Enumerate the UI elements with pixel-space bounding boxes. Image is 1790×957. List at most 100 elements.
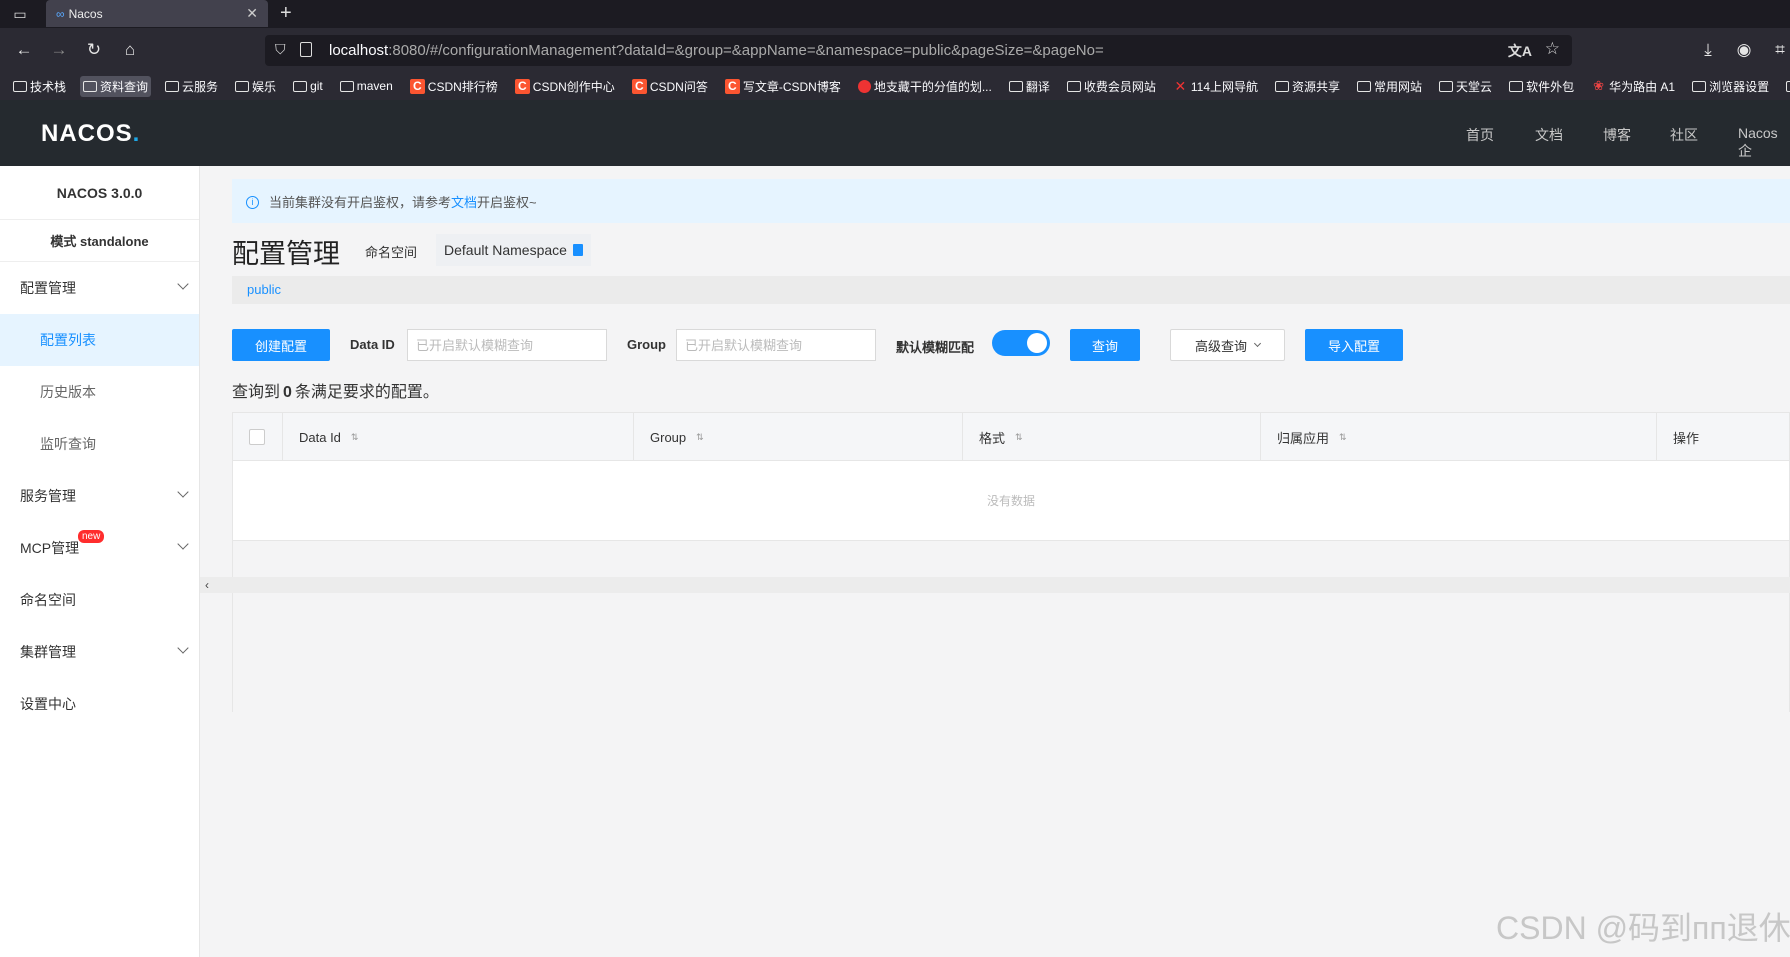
bookmark-star-icon[interactable]: ☆ (1545, 39, 1560, 59)
tab-title: Nacos (68, 6, 103, 21)
topnav-docs[interactable]: 文档 (1535, 125, 1563, 145)
fuzzy-match-toggle[interactable] (992, 330, 1050, 356)
namespace-tab-public[interactable]: public (247, 282, 281, 297)
huawei-icon: ❀ (1593, 78, 1605, 93)
bookmark-item[interactable]: C CSDN排行榜 (407, 76, 501, 97)
sidebar-group-label: 设置中心 (20, 696, 76, 712)
import-config-button[interactable]: 导入配置 (1305, 329, 1403, 361)
sidebar-item-settings[interactable]: 设置中心 (0, 678, 199, 730)
folder-icon (1357, 80, 1372, 92)
namespace-label: 命名空间 (365, 245, 418, 260)
bookmark-item[interactable]: 资源共享 (1272, 76, 1343, 97)
translate-icon[interactable]: 文A (1508, 41, 1532, 61)
sidebar-group-mcp[interactable]: MCP管理 new (0, 522, 199, 574)
namespace-tab-bar: public (232, 276, 1790, 304)
topnav-home[interactable]: 首页 (1466, 125, 1494, 145)
download-icon[interactable]: ⤓ (1696, 38, 1720, 62)
alert-docs-link[interactable]: 文档 (451, 192, 477, 211)
url-text[interactable]: localhost:8080/#/configurationManagement… (329, 42, 1104, 59)
back-icon[interactable]: ← (12, 38, 36, 62)
folder-icon (293, 80, 308, 92)
logo-dot: . (132, 120, 141, 147)
bookmark-item[interactable]: 云服务 (162, 76, 221, 97)
bookmark-item[interactable]: C 写文章-CSDN博客 (722, 76, 844, 97)
chevron-down-icon (177, 538, 189, 550)
sort-icon[interactable]: ⇅ (1339, 432, 1347, 443)
group-label: Group (627, 337, 666, 352)
topnav-enterprise[interactable]: Nacos企 (1738, 125, 1790, 161)
close-tab-icon[interactable]: ✕ (246, 5, 258, 22)
bookmark-item[interactable]: 浏览器设置 (1689, 76, 1772, 97)
bookmark-item[interactable]: C CSDN创作中心 (512, 76, 618, 97)
sidebar-item-config-list[interactable]: 配置列表 (0, 314, 199, 366)
column-header-group[interactable]: Group ⇅ (634, 413, 963, 461)
bookmark-label: 娱乐 (252, 79, 277, 94)
shield-icon[interactable]: ⛉ (275, 41, 286, 58)
sort-icon[interactable]: ⇅ (1015, 432, 1023, 443)
chevron-down-icon (177, 642, 189, 654)
create-config-button[interactable]: 创建配置 (232, 329, 330, 361)
select-all-checkbox[interactable] (249, 429, 265, 445)
new-tab-icon[interactable]: + (280, 2, 292, 25)
bookmark-label: 天堂云 (1456, 79, 1493, 94)
bookmark-label: 114上网导航 (1190, 79, 1259, 94)
bookmark-item[interactable]: ✕ 114上网导航 (1170, 76, 1261, 97)
sidebar-group-service[interactable]: 服务管理 (0, 470, 199, 522)
column-header-app[interactable]: 归属应用 ⇅ (1261, 413, 1657, 461)
bookmark-item[interactable]: C CSDN问答 (629, 76, 711, 97)
topnav-community[interactable]: 社区 (1670, 125, 1698, 145)
browser-tab[interactable]: ∞ Nacos ✕ (46, 0, 268, 27)
group-input[interactable] (676, 329, 876, 361)
bookmark-item[interactable]: ❀ 华为路由 A1 (1588, 76, 1678, 97)
bookmark-item[interactable]: 翻译 (1006, 76, 1053, 97)
nacos-logo[interactable]: NACOS. (41, 120, 140, 148)
scroll-left-icon[interactable]: ‹ (205, 578, 209, 592)
column-header-dataid[interactable]: Data Id ⇅ (283, 413, 634, 461)
bookmark-item[interactable]: 收费会员网站 (1064, 76, 1159, 97)
advanced-search-button[interactable]: 高级查询 (1170, 329, 1285, 361)
folder-icon (1692, 80, 1707, 92)
horizontal-scrollbar[interactable]: ‹ (200, 577, 1790, 593)
bookmark-item[interactable]: 技术栈 (10, 76, 69, 97)
search-button[interactable]: 查询 (1070, 329, 1140, 361)
bookmark-item[interactable]: 天堂云 (1436, 76, 1495, 97)
sidebar-group-cluster[interactable]: 集群管理 (0, 626, 199, 678)
sidebar-item-history[interactable]: 历史版本 (0, 366, 199, 418)
crop-icon[interactable]: ⌗ (1768, 38, 1790, 62)
bookmark-item[interactable]: 常用网站 (1354, 76, 1425, 97)
bookmark-item[interactable]: 资料查询 (80, 75, 152, 97)
advanced-search-label: 高级查询 (1194, 338, 1247, 354)
bookmark-item[interactable]: 娱乐 (232, 76, 279, 97)
page-title: 配置管理 (232, 239, 340, 269)
topnav-blog[interactable]: 博客 (1603, 125, 1631, 145)
sidebar-group-config[interactable]: 配置管理 (0, 262, 199, 314)
column-header-format[interactable]: 格式 ⇅ (963, 413, 1261, 461)
browser-tab-bar: ▭ ∞ Nacos ✕ + (0, 0, 1790, 28)
bookmark-item[interactable]: 心 (1783, 76, 1790, 97)
sidebar-item-namespace[interactable]: 命名空间 (0, 574, 199, 626)
bookmark-label: 技术栈 (30, 79, 67, 94)
url-bar[interactable]: ⛉ localhost:8080/#/configurationManageme… (265, 35, 1572, 66)
sidebar-item-listener[interactable]: 监听查询 (0, 418, 199, 470)
bookmark-item[interactable]: 地支藏干的分值的划... (855, 76, 995, 97)
bookmark-label: 资料查询 (100, 79, 149, 94)
bookmark-item[interactable]: 软件外包 (1506, 76, 1577, 97)
folder-icon (339, 80, 354, 92)
folder-icon (1509, 80, 1524, 92)
forward-icon[interactable]: → (47, 38, 71, 62)
bookmark-item[interactable]: maven (337, 77, 396, 95)
sort-icon[interactable]: ⇅ (696, 432, 704, 443)
copy-icon[interactable] (572, 244, 583, 256)
bookmark-item[interactable]: git (290, 77, 326, 95)
chevron-down-icon (177, 486, 189, 498)
reload-icon[interactable]: ↻ (82, 38, 106, 62)
page-info-icon[interactable] (300, 42, 312, 57)
chevron-down-icon (177, 278, 189, 290)
sort-icon[interactable]: ⇅ (351, 432, 359, 443)
dataid-input[interactable] (407, 329, 607, 361)
result-count: 0 (283, 384, 292, 401)
home-icon[interactable]: ⌂ (118, 38, 142, 62)
csdn-icon: C (631, 78, 647, 94)
tab-list-icon[interactable]: ▭ (10, 4, 30, 24)
account-icon[interactable]: ◉ (1732, 38, 1756, 62)
